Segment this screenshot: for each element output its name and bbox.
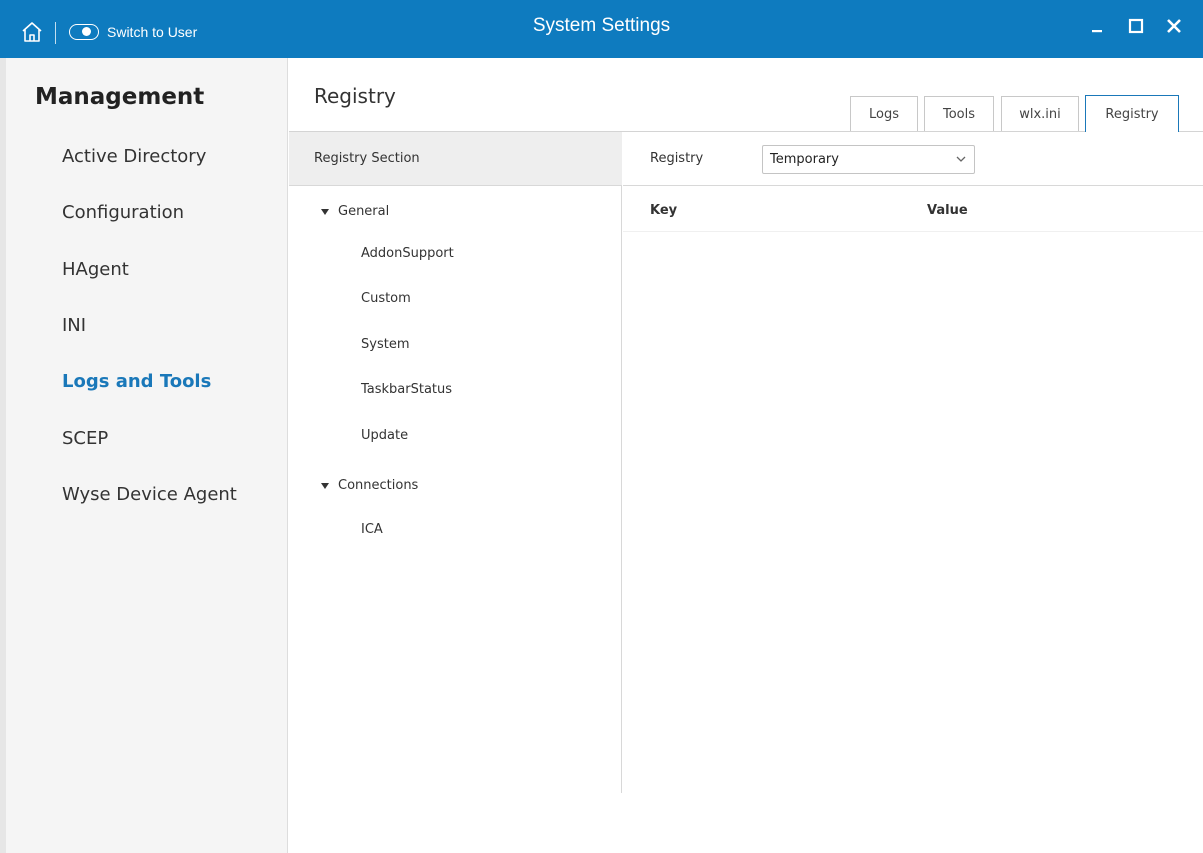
tree-item-system[interactable]: System xyxy=(361,337,409,352)
tab-tools[interactable]: Tools xyxy=(924,96,994,132)
tree-group-label: Connections xyxy=(338,478,419,493)
sidebar-item-hagent[interactable]: HAgent xyxy=(62,259,129,280)
tree-group-connections[interactable]: Connections xyxy=(321,478,418,493)
tree-item-addonsupport[interactable]: AddonSupport xyxy=(361,246,454,261)
caret-down-icon xyxy=(321,208,329,215)
registry-dropdown[interactable]: Temporary xyxy=(762,145,975,174)
tree-item-taskbarstatus[interactable]: TaskbarStatus xyxy=(361,382,452,397)
window-title: System Settings xyxy=(532,15,671,36)
maximize-button[interactable] xyxy=(1125,14,1147,38)
registry-section-pane: Registry Section General AddonSupport Cu… xyxy=(289,132,622,793)
sidebar-item-ini[interactable]: INI xyxy=(62,315,86,336)
registry-values-pane: Registry Temporary Key Value xyxy=(623,132,1203,793)
tree-item-ica[interactable]: ICA xyxy=(361,522,383,537)
close-button[interactable] xyxy=(1163,14,1185,38)
window-controls xyxy=(1087,14,1185,38)
tab-logs[interactable]: Logs xyxy=(850,96,918,132)
maximize-icon xyxy=(1128,18,1144,34)
title-bar: Switch to User System Settings xyxy=(0,0,1203,58)
management-sidebar: Management Active Directory Configuratio… xyxy=(0,58,288,853)
table-header-divider xyxy=(623,231,1203,232)
sidebar-item-configuration[interactable]: Configuration xyxy=(62,202,184,223)
column-header-value[interactable]: Value xyxy=(927,203,968,218)
chevron-down-icon xyxy=(956,156,966,162)
registry-section-header: Registry Section xyxy=(289,132,622,186)
tree-item-custom[interactable]: Custom xyxy=(361,291,411,306)
caret-down-icon xyxy=(321,482,329,489)
registry-dropdown-value: Temporary xyxy=(770,152,839,167)
tab-wlx-ini[interactable]: wlx.ini xyxy=(1001,96,1079,132)
sidebar-item-scep[interactable]: SCEP xyxy=(62,428,108,449)
page-title: Registry xyxy=(314,84,396,108)
registry-label: Registry xyxy=(650,151,704,166)
tree-group-general[interactable]: General xyxy=(321,204,389,219)
main-panel: Registry Logs Tools wlx.ini Registry Reg… xyxy=(289,58,1203,853)
tree-group-label: General xyxy=(338,204,390,219)
minimize-icon xyxy=(1092,30,1102,33)
minimize-button[interactable] xyxy=(1087,14,1109,38)
column-header-key[interactable]: Key xyxy=(650,203,677,218)
close-icon xyxy=(1167,19,1181,33)
sidebar-item-active-directory[interactable]: Active Directory xyxy=(62,146,206,167)
sidebar-item-wyse-device-agent[interactable]: Wyse Device Agent xyxy=(62,484,237,505)
tab-registry[interactable]: Registry xyxy=(1085,95,1179,132)
sidebar-item-logs-and-tools[interactable]: Logs and Tools xyxy=(62,371,211,392)
registry-selector-row: Registry Temporary xyxy=(623,132,1203,186)
tree-item-update[interactable]: Update xyxy=(361,428,408,443)
sidebar-title: Management xyxy=(35,84,205,110)
